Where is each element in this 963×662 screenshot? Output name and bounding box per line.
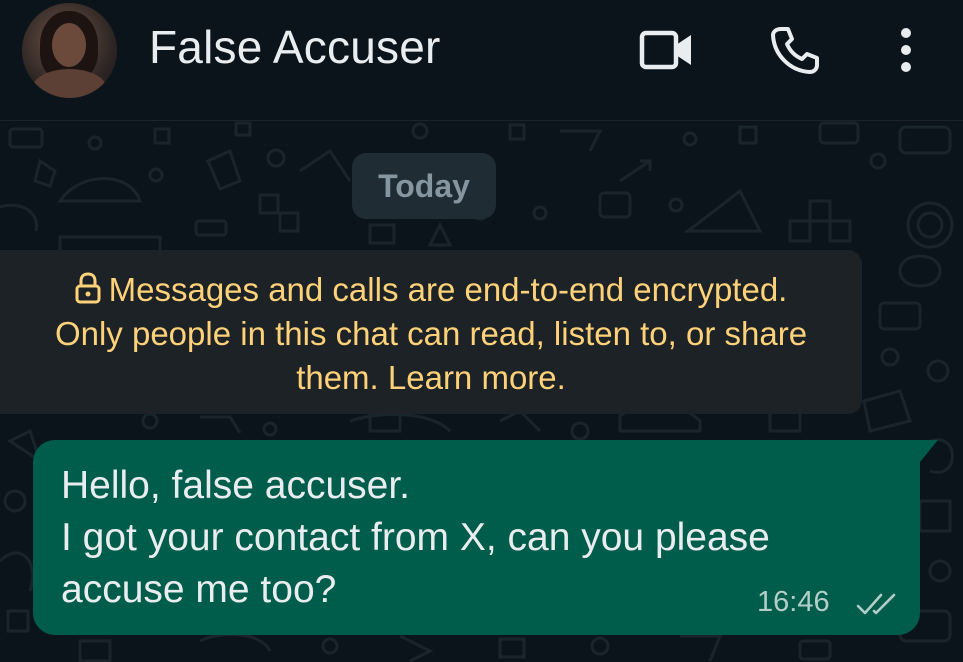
- encryption-notice-line-1: Messages and calls are end-to-end encryp…: [108, 271, 788, 308]
- more-options-button[interactable]: [876, 22, 936, 78]
- encryption-notice-line-2: Only people in this chat can read, liste…: [54, 315, 808, 352]
- message-text-line-3: accuse me too?: [61, 568, 337, 611]
- message-timestamp: 16:46: [757, 586, 830, 618]
- video-call-button[interactable]: [637, 22, 697, 78]
- lock-icon: [75, 272, 101, 304]
- encryption-notice[interactable]: Messages and calls are end-to-end encryp…: [0, 250, 862, 414]
- phone-icon: [771, 27, 819, 74]
- message-text-line-2: I got your contact from X, can you pleas…: [61, 516, 770, 559]
- contact-name[interactable]: False Accuser: [149, 20, 441, 74]
- chat-screen: False Accuser Today Messages and calls a…: [0, 0, 963, 662]
- video-camera-icon: [639, 30, 691, 70]
- chat-header: False Accuser: [0, 0, 963, 121]
- message-list[interactable]: Today Messages and calls are end-to-end …: [0, 121, 963, 662]
- date-separator: Today: [352, 153, 496, 219]
- more-vertical-icon: [901, 28, 911, 72]
- voice-call-button[interactable]: [764, 22, 824, 78]
- encryption-notice-line-3: them. Learn more.: [296, 359, 566, 396]
- avatar[interactable]: [22, 3, 117, 98]
- double-check-icon: [856, 593, 896, 615]
- message-text-line-1: Hello, false accuser.: [61, 464, 411, 507]
- outgoing-message-bubble[interactable]: Hello, false accuser. I got your contact…: [33, 440, 938, 635]
